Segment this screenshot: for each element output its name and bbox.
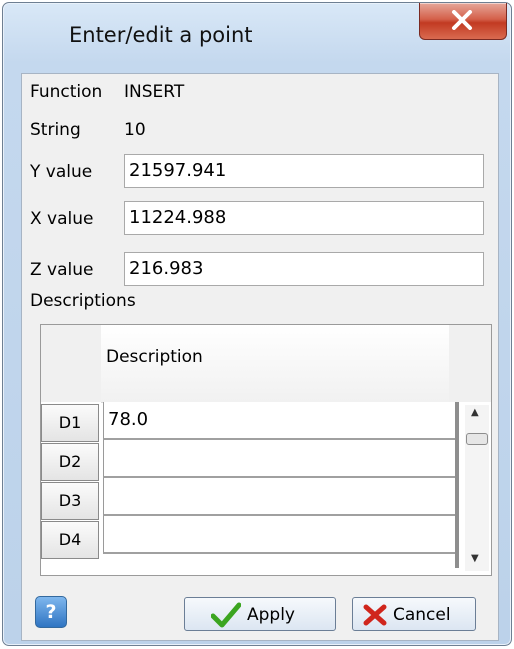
row-header-d3[interactable]: D3 [41, 482, 99, 520]
y-value-label: Y value [30, 162, 93, 182]
z-value-label: Z value [30, 260, 94, 280]
string-label: String [30, 120, 81, 140]
description-column-header[interactable]: Description [101, 325, 449, 403]
descriptions-grid: Description D1 78.0 D2 D3 D4 ▲ ▼ [40, 324, 492, 576]
close-icon [452, 10, 472, 30]
checkmark-icon [211, 602, 241, 628]
descriptions-label: Descriptions [30, 291, 136, 311]
close-button[interactable] [419, 3, 507, 40]
apply-button[interactable]: Apply [184, 597, 336, 631]
y-value-field[interactable]: 21597.941 [124, 154, 484, 188]
x-value-label: X value [30, 209, 94, 229]
grid-edge-shadow [455, 402, 459, 568]
description-cell-d2[interactable] [103, 440, 458, 478]
string-value: 10 [124, 120, 146, 140]
help-icon: ? [45, 601, 57, 623]
function-value: INSERT [124, 82, 185, 102]
description-cell-d1[interactable]: 78.0 [103, 402, 458, 440]
row-header-d4[interactable]: D4 [41, 521, 99, 559]
grid-header-filler [449, 325, 491, 402]
dialog-title: Enter/edit a point [69, 23, 253, 47]
function-label: Function [30, 82, 103, 102]
dialog-body: Function INSERT String 10 Y value 21597.… [21, 73, 499, 641]
scroll-up-arrow-icon[interactable]: ▲ [471, 407, 479, 418]
dialog-window: Enter/edit a point Function INSERT Strin… [2, 2, 512, 646]
row-header-d2[interactable]: D2 [41, 443, 99, 481]
grid-corner [41, 325, 101, 402]
help-button[interactable]: ? [35, 596, 67, 628]
red-x-icon [363, 604, 387, 626]
description-column-header-label: Description [106, 347, 203, 367]
cancel-button-label: Cancel [393, 605, 451, 625]
description-cell-d3[interactable] [103, 478, 458, 516]
apply-button-label: Apply [247, 605, 295, 625]
scroll-down-arrow-icon[interactable]: ▼ [471, 553, 479, 564]
z-value-field[interactable]: 216.983 [124, 252, 484, 286]
cancel-button[interactable]: Cancel [352, 597, 476, 631]
x-value-field[interactable]: 11224.988 [124, 201, 484, 235]
description-cell-d4[interactable] [103, 516, 458, 554]
scroll-thumb[interactable] [466, 433, 488, 445]
vertical-scrollbar[interactable]: ▲ ▼ [465, 405, 489, 571]
row-header-d1[interactable]: D1 [41, 404, 99, 442]
